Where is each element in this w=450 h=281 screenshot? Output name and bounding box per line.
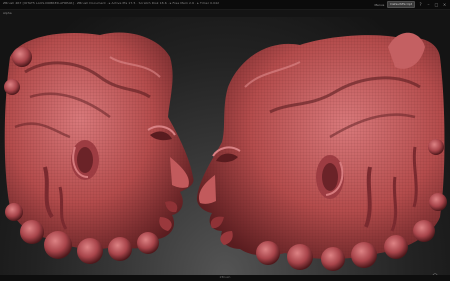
document-viewport[interactable]: ◎ [0,17,450,280]
status-text: ZBrush [219,275,231,279]
title-controls: Menus DefaultZScript ? – □ × [374,1,447,8]
close-button[interactable]: × [442,2,447,7]
menu-bar: Alpha [0,10,450,17]
help-button[interactable]: ? [418,2,423,7]
minimize-button[interactable]: – [426,2,431,7]
menu-item-alpha[interactable]: Alpha [3,11,12,15]
maximize-button[interactable]: □ [434,2,439,7]
status-bar: ZBrush [0,275,450,281]
menus-label[interactable]: Menus [374,3,384,7]
sculpt-render [4,32,447,271]
right-head-sculpt [196,32,447,271]
title-bar: ZBrush 4R7 [IOTAT5 LAUS-NOBRED-AFREAR] ·… [0,0,450,10]
app-title: ZBrush 4R7 [IOTAT5 LAUS-NOBRED-AFREAR] ·… [3,1,220,5]
left-head-sculpt [4,32,194,264]
script-selector[interactable]: DefaultZScript [387,1,415,8]
